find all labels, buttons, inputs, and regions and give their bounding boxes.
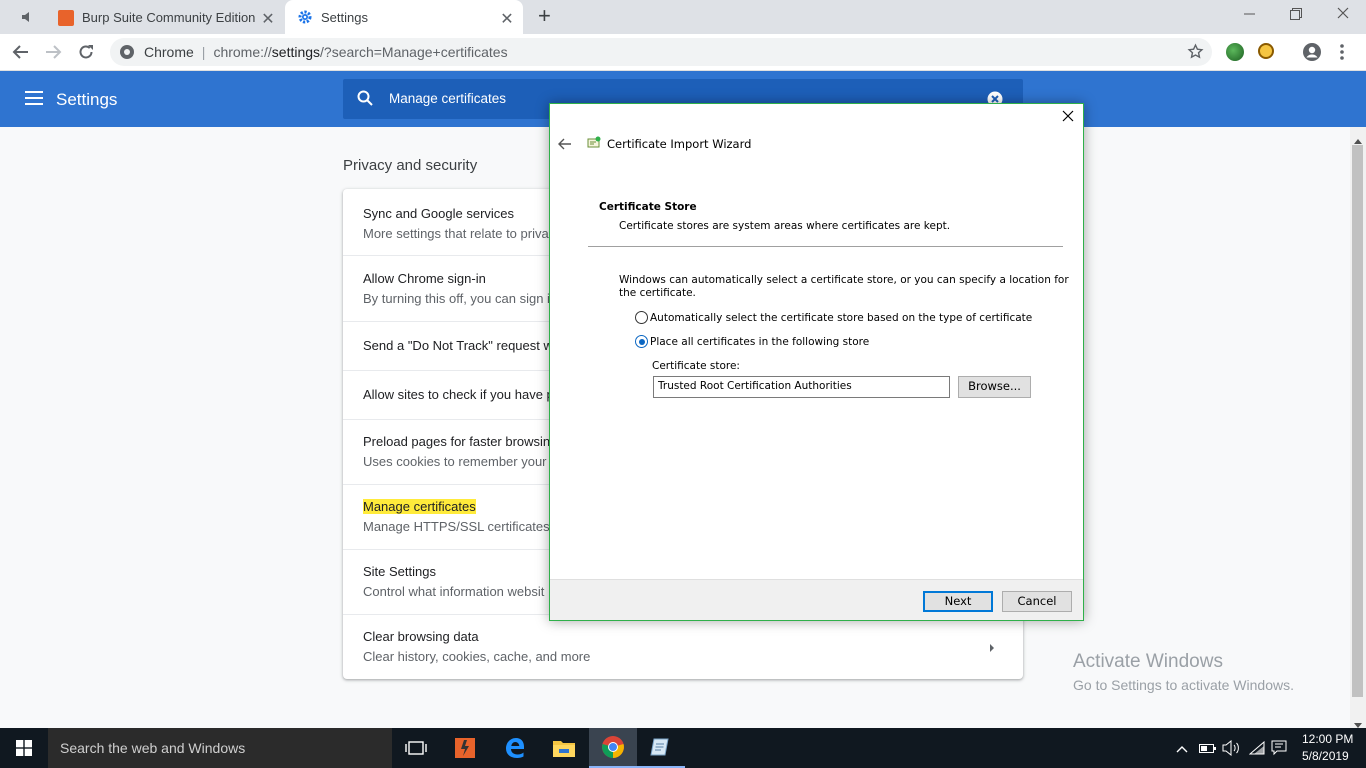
address-bar[interactable]: Chrome | chrome://settings/?search=Manag… [110,38,1212,66]
tab-settings-label: Settings [321,10,368,25]
section-title: Privacy and security [343,157,478,174]
search-icon [357,90,373,109]
radio-auto-select-label: Automatically select the certificate sto… [650,312,1033,324]
close-icon[interactable] [1062,110,1074,125]
taskbar-search-box[interactable]: Search the web and Windows [48,728,392,768]
browser-toolbar: Chrome | chrome://settings/?search=Manag… [0,34,1366,71]
clock-date[interactable]: 5/8/2019 [1302,749,1349,763]
hamburger-menu-icon[interactable] [25,91,43,108]
battery-icon[interactable] [1199,742,1217,757]
certificate-store-label: Certificate store: [652,360,740,372]
scroll-thumb[interactable] [1352,145,1363,697]
file-explorer-icon[interactable] [540,728,588,768]
certificate-store-field[interactable]: Trusted Root Certification Authorities [653,376,950,398]
certificate-import-wizard-dialog: Certificate Import Wizard Certificate St… [549,103,1084,621]
mute-icon[interactable] [20,9,36,25]
tab-burp-close-icon[interactable]: ✕ [260,9,276,29]
reload-icon[interactable] [77,43,95,64]
windows-start-icon[interactable] [0,728,48,768]
wizard-description-line1: Windows can automatically select a certi… [619,274,1069,286]
edge-icon[interactable] [491,728,539,768]
browse-button[interactable]: Browse... [958,376,1031,398]
back-icon[interactable] [12,44,30,63]
cancel-button[interactable]: Cancel [1002,591,1072,612]
action-center-icon[interactable] [1271,740,1287,759]
wizard-heading: Certificate Store [599,201,697,213]
tab-settings[interactable]: Settings ✕ [285,0,523,34]
certificate-manager-taskbar-icon[interactable] [637,728,685,768]
chrome-taskbar-icon[interactable] [589,728,637,768]
windows-taskbar: Search the web and Windows 12:00 PM 5/8/… [0,728,1366,768]
burp-icon [58,10,74,26]
wizard-footer: Next Cancel [550,579,1083,620]
settings-row[interactable]: Clear browsing data Clear history, cooki… [343,614,1023,679]
show-hidden-icons-chevron-icon[interactable] [1176,741,1188,756]
header-divider [588,246,1063,247]
forward-icon[interactable] [44,44,62,63]
url-divider: | [201,44,206,60]
tab-burp-label: Burp Suite Community Edition [82,10,256,25]
radio-auto-select[interactable] [635,311,648,324]
tab-settings-close-icon[interactable]: ✕ [499,9,515,29]
extension-block-icon[interactable] [1258,43,1274,59]
extension-globe-icon[interactable] [1226,43,1244,61]
gear-icon [297,9,313,28]
profile-avatar-icon[interactable] [1302,42,1322,65]
url-text: chrome://settings/?search=Manage+certifi… [213,44,508,60]
new-tab-button[interactable]: + [538,3,551,29]
next-button[interactable]: Next [923,591,993,612]
chevron-right-icon [989,641,995,656]
chrome-icon [120,45,134,59]
wifi-icon[interactable] [1248,740,1265,758]
volume-icon[interactable] [1222,739,1240,759]
activate-windows-subtitle: Go to Settings to activate Windows. [1073,677,1294,693]
settings-title: Settings [56,90,118,109]
wizard-subheading: Certificate stores are system areas wher… [619,220,951,232]
menu-kebab-icon[interactable] [1340,43,1344,64]
clock-time[interactable]: 12:00 PM [1302,732,1353,746]
page-scrollbar[interactable] [1350,127,1366,728]
url-origin-label: Chrome [144,44,194,60]
close-window-button[interactable] [1337,7,1349,22]
wizard-title: Certificate Import Wizard [607,137,752,151]
search-input[interactable]: Manage certificates [389,91,506,106]
radio-place-in-store[interactable] [635,335,648,348]
burp-taskbar-icon[interactable] [441,728,489,768]
bookmark-star-icon[interactable] [1187,43,1204,63]
back-arrow-icon[interactable] [558,138,572,153]
activate-windows-title: Activate Windows [1073,651,1223,672]
highlighted-match: Manage certificates [363,499,476,514]
restore-button[interactable] [1290,8,1302,23]
minimize-button[interactable] [1243,4,1257,18]
wizard-description-line2: the certificate. [619,287,696,299]
task-view-icon[interactable] [392,728,440,768]
tab-burp[interactable]: Burp Suite Community Edition ✕ [48,0,284,34]
tab-strip: Burp Suite Community Edition ✕ Settings … [0,0,1366,34]
certificate-icon [586,135,602,154]
radio-place-in-store-label: Place all certificates in the following … [650,336,870,348]
